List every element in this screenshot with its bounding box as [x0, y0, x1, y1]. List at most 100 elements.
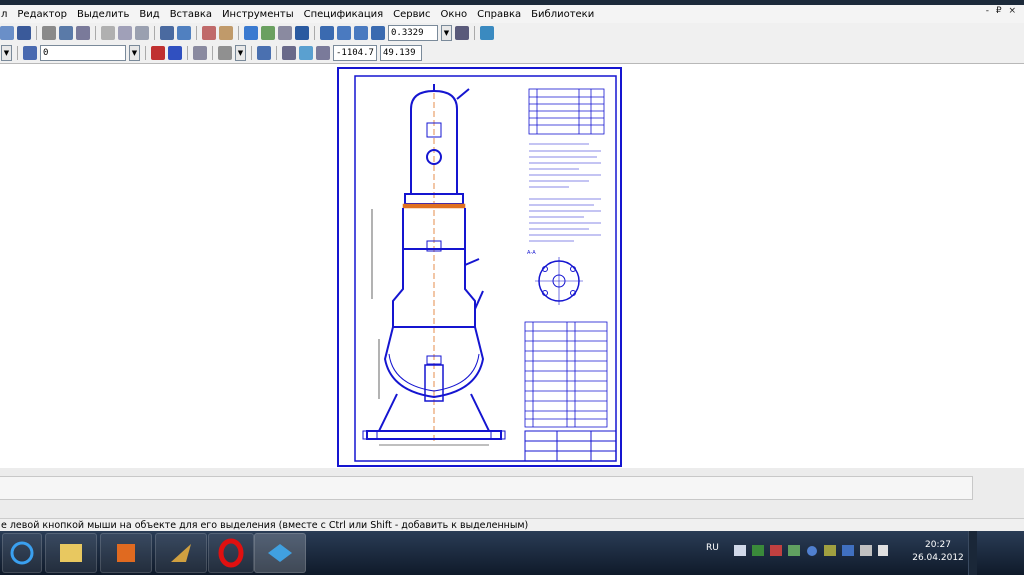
- menu-window[interactable]: Окно: [436, 9, 473, 20]
- list-icon[interactable]: [177, 26, 191, 40]
- taskbar-explorer-button[interactable]: [45, 533, 97, 573]
- nozzle-layout-view: А-А: [527, 250, 583, 305]
- menu-service[interactable]: Сервис: [388, 9, 435, 20]
- print-icon[interactable]: [42, 26, 56, 40]
- title-block: [524, 430, 617, 462]
- windows-taskbar: RU 20:27 26.04.2012: [0, 531, 1024, 575]
- zoom-in-icon[interactable]: [337, 26, 351, 40]
- status-bar: е левой кнопкой мыши на объекте для его …: [0, 518, 1024, 532]
- standard-toolbar: 0.3329 ▼: [0, 23, 1024, 43]
- zoom-out-icon[interactable]: [354, 26, 368, 40]
- side-nozzle-lower: [474, 290, 484, 310]
- menu-editor[interactable]: Редактор: [12, 9, 72, 20]
- cut-icon[interactable]: [101, 26, 115, 40]
- manager-icon[interactable]: [244, 26, 258, 40]
- toolbar-separator: [251, 46, 252, 60]
- tray-window-icon[interactable]: [734, 545, 746, 556]
- tray-icons: [734, 545, 888, 556]
- coord-x-field[interactable]: -1104.7: [333, 45, 377, 61]
- variables-icon[interactable]: [278, 26, 292, 40]
- grid-icon[interactable]: [218, 46, 232, 60]
- copy-icon[interactable]: [118, 26, 132, 40]
- taskbar-ie-button[interactable]: [2, 533, 42, 573]
- new-doc-icon[interactable]: [0, 26, 14, 40]
- toolbar-separator: [187, 46, 188, 60]
- layer-dropdown-chevron-icon[interactable]: ▼: [129, 45, 140, 61]
- ie-icon: [10, 541, 34, 565]
- clock-date: 26.04.2012: [912, 553, 964, 563]
- taskbar-kompas-button[interactable]: [254, 533, 306, 573]
- tray-signal-icon[interactable]: [860, 545, 872, 556]
- toolbar-separator: [95, 26, 96, 40]
- local-cs-icon[interactable]: [257, 46, 271, 60]
- paste-icon[interactable]: [135, 26, 149, 40]
- print-preview-icon[interactable]: [59, 26, 73, 40]
- local-snap-icon[interactable]: [168, 46, 182, 60]
- menu-insert[interactable]: Вставка: [165, 9, 217, 20]
- taskbar-app-button[interactable]: [155, 533, 207, 573]
- cursor-pos-icon[interactable]: [299, 46, 313, 60]
- language-indicator[interactable]: RU: [706, 543, 719, 553]
- menu-select[interactable]: Выделить: [72, 9, 134, 20]
- angle-icon[interactable]: [193, 46, 207, 60]
- title-block-frame: [524, 430, 617, 462]
- menu-file[interactable]: л: [0, 9, 12, 20]
- volume-icon[interactable]: [878, 545, 888, 556]
- tray-app-icon[interactable]: [752, 545, 764, 556]
- window-controls[interactable]: - ₽ ×: [986, 6, 1018, 16]
- tray-network-icon[interactable]: [788, 545, 800, 556]
- drawing-sheet[interactable]: А-А: [337, 67, 622, 467]
- ortho-icon[interactable]: [282, 46, 296, 60]
- pan-icon[interactable]: [455, 26, 469, 40]
- tray-device-icon[interactable]: [842, 545, 854, 556]
- format-icon[interactable]: [160, 26, 174, 40]
- toolbar-separator: [474, 26, 475, 40]
- taskbar-clock[interactable]: 20:27 26.04.2012: [910, 539, 966, 565]
- kompas-icon: [268, 544, 292, 562]
- toolbar-separator: [196, 26, 197, 40]
- redo-icon[interactable]: [219, 26, 233, 40]
- spec-table-top: [528, 88, 605, 135]
- media-player-icon: [117, 544, 135, 562]
- toolbar-separator: [314, 26, 315, 40]
- properties-icon[interactable]: [76, 26, 90, 40]
- help-cursor-icon[interactable]: [295, 26, 309, 40]
- save-icon[interactable]: [17, 26, 31, 40]
- taskbar-opera-button[interactable]: [208, 533, 254, 573]
- show-desktop-button[interactable]: [968, 531, 977, 575]
- menu-libraries[interactable]: Библиотеки: [526, 9, 599, 20]
- zoom-fit-icon[interactable]: [371, 26, 385, 40]
- spec-table-bottom: [524, 321, 608, 428]
- side-nozzle: [464, 258, 480, 266]
- drawing-workspace[interactable]: А-А: [0, 64, 1024, 468]
- coord-y-field[interactable]: 49.139: [380, 45, 422, 61]
- toolbar-separator: [276, 46, 277, 60]
- zoom-dropdown-chevron-icon[interactable]: ▼: [441, 25, 452, 41]
- menu-bar: л Редактор Выделить Вид Вставка Инструме…: [0, 5, 1024, 23]
- toolbar-separator: [212, 46, 213, 60]
- properties-bar[interactable]: [0, 476, 973, 500]
- tray-update-icon[interactable]: [824, 545, 836, 556]
- undo-icon[interactable]: [202, 26, 216, 40]
- layer-input[interactable]: 0: [40, 45, 126, 61]
- snap-icon[interactable]: [151, 46, 165, 60]
- menu-help[interactable]: Справка: [472, 9, 526, 20]
- drawing-canvas: А-А: [354, 75, 617, 462]
- base-foot-right: [490, 430, 506, 440]
- taskbar-media-button[interactable]: [100, 533, 152, 573]
- app-icon: [171, 544, 191, 562]
- menu-view[interactable]: Вид: [134, 9, 164, 20]
- state-dropdown-chevron-icon[interactable]: ▼: [1, 45, 12, 61]
- refresh-icon[interactable]: [480, 26, 494, 40]
- toolbar-separator: [145, 46, 146, 60]
- tray-flag-icon[interactable]: [770, 545, 782, 556]
- zoom-window-icon[interactable]: [320, 26, 334, 40]
- library-icon[interactable]: [261, 26, 275, 40]
- grid-dropdown-chevron-icon[interactable]: ▼: [235, 45, 246, 61]
- menu-tools[interactable]: Инструменты: [217, 9, 299, 20]
- toolbar-separator: [36, 26, 37, 40]
- menu-specification[interactable]: Спецификация: [299, 9, 389, 20]
- vessel-drawing: [362, 84, 506, 446]
- zoom-input[interactable]: 0.3329: [388, 25, 438, 41]
- tray-security-icon[interactable]: [807, 546, 817, 556]
